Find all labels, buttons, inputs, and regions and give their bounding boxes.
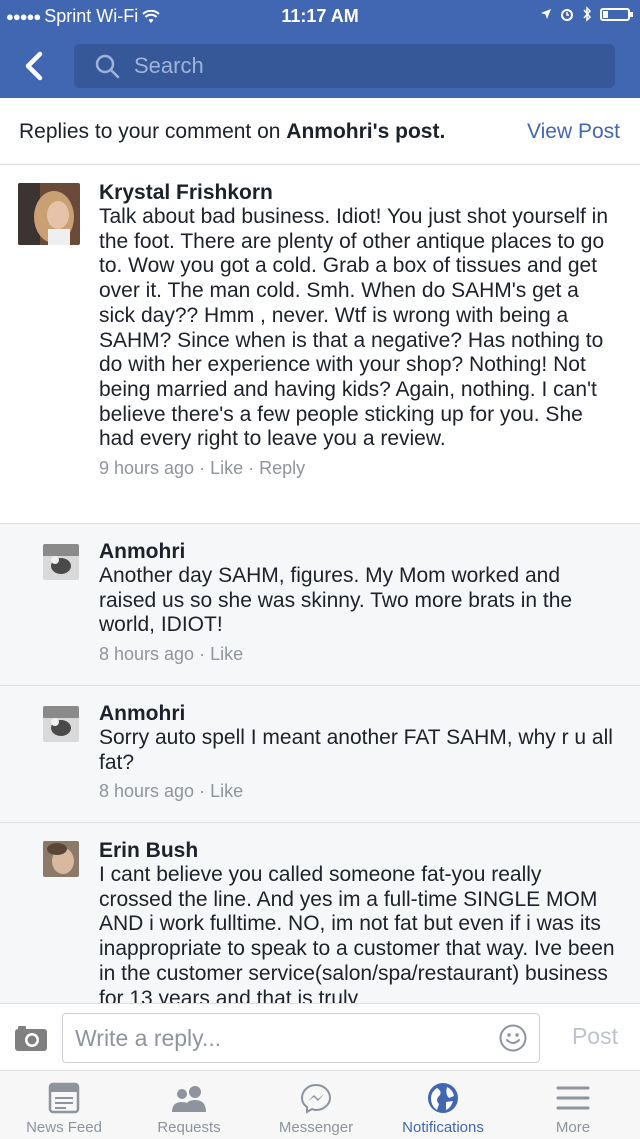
camera-icon	[15, 1026, 47, 1051]
post-owner-link[interactable]: Anmohri's post.	[286, 120, 445, 143]
tab-news-feed[interactable]: News Feed	[0, 1071, 128, 1139]
reply-link[interactable]: Reply	[259, 458, 305, 478]
comment-item: Krystal Frishkorn Talk about bad busines…	[0, 165, 640, 524]
header-title: Replies to your comment on Anmohri's pos…	[19, 120, 445, 144]
comment-time: 8 hours ago	[99, 644, 195, 665]
comment-text: Another day SAHM, figures. My Mom worked…	[99, 564, 573, 637]
status-bar: ●●●●● Sprint Wi-Fi 11:17 AM	[0, 0, 640, 34]
smiley-icon	[499, 1024, 527, 1052]
location-arrow-icon	[541, 9, 551, 19]
status-right-icons	[540, 6, 633, 22]
emoji-button[interactable]	[499, 1024, 527, 1058]
tab-notifications[interactable]: Notifications	[379, 1071, 507, 1139]
messenger-icon	[300, 1083, 332, 1114]
comment-text: Sorry auto spell I meant another FAT SAH…	[99, 726, 613, 774]
like-link[interactable]: Like	[210, 781, 243, 801]
battery-icon	[600, 7, 633, 21]
post-button[interactable]: Post	[572, 1023, 618, 1050]
comment-time: 9 hours ago	[99, 458, 195, 479]
chevron-left-icon	[25, 51, 43, 81]
tab-messenger[interactable]: Messenger	[252, 1071, 380, 1139]
comment-thread: Krystal Frishkorn Talk about bad busines…	[0, 165, 640, 1003]
like-link[interactable]: Like	[210, 644, 243, 664]
tab-label: More	[555, 1119, 591, 1136]
avatar[interactable]	[43, 841, 79, 877]
comment-text: I cant believe you called someone fat-yo…	[99, 863, 615, 1003]
tab-label: Messenger	[278, 1119, 354, 1136]
globe-icon	[428, 1083, 458, 1113]
search-placeholder: Search	[134, 53, 204, 78]
comment-body: Krystal Frishkorn Talk about bad busines…	[99, 181, 620, 479]
replies-header: Replies to your comment on Anmohri's pos…	[0, 98, 640, 165]
comment-text: Talk about bad business. Idiot! You just…	[99, 205, 608, 451]
comment-body: Erin Bush I cant believe you called some…	[99, 839, 620, 1003]
reply-placeholder: Write a reply...	[75, 1025, 222, 1051]
tab-more[interactable]: More	[509, 1071, 637, 1139]
comment-author[interactable]: Erin Bush	[99, 839, 620, 863]
avatar[interactable]	[43, 544, 79, 580]
avatar[interactable]	[43, 706, 79, 742]
comment-time: 8 hours ago	[99, 781, 195, 802]
comment-meta: 8 hours ago · Like	[99, 644, 244, 665]
tab-requests[interactable]: Requests	[125, 1071, 253, 1139]
comment-item: Anmohri Another day SAHM, figures. My Mo…	[0, 524, 640, 686]
menu-icon	[556, 1086, 590, 1110]
tab-label: News Feed	[26, 1119, 102, 1136]
like-link[interactable]: Like	[210, 458, 243, 478]
reply-input[interactable]: Write a reply...	[62, 1013, 540, 1063]
bluetooth-icon	[583, 6, 592, 22]
comment-meta: 8 hours ago · Like	[99, 781, 244, 802]
back-button[interactable]	[22, 46, 58, 86]
header-title-prefix: Replies to your comment on	[19, 120, 287, 143]
avatar[interactable]	[18, 183, 80, 245]
search-bar[interactable]: Search	[74, 44, 615, 88]
camera-button[interactable]	[14, 1024, 48, 1057]
news-feed-icon	[48, 1082, 80, 1114]
tab-bar: News Feed Requests Messenger Notificatio…	[0, 1071, 640, 1139]
comment-author[interactable]: Krystal Frishkorn	[99, 181, 620, 205]
alarm-icon	[561, 9, 573, 21]
navigation-bar: Search	[0, 34, 640, 98]
tab-label: Notifications	[402, 1119, 484, 1136]
comment-meta: 9 hours ago · Like · Reply	[99, 458, 306, 479]
comment-item: Anmohri Sorry auto spell I meant another…	[0, 686, 640, 823]
search-icon	[94, 53, 120, 79]
comment-author[interactable]: Anmohri	[99, 702, 620, 726]
view-post-link[interactable]: View Post	[527, 120, 620, 144]
friend-requests-icon	[172, 1086, 206, 1112]
comment-author[interactable]: Anmohri	[99, 540, 620, 564]
comment-item: Erin Bush I cant believe you called some…	[0, 823, 640, 1003]
reply-composer: Write a reply... Post	[0, 1003, 640, 1071]
comment-body: Anmohri Another day SAHM, figures. My Mo…	[99, 540, 620, 665]
tab-label: Requests	[157, 1119, 221, 1136]
comment-body: Anmohri Sorry auto spell I meant another…	[99, 702, 620, 802]
